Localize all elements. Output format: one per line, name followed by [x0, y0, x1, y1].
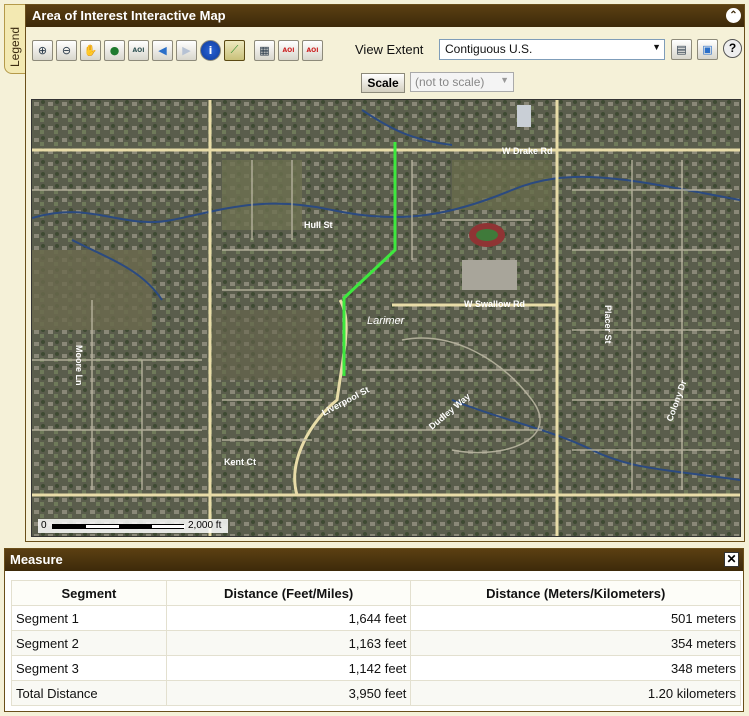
- feet-cell: 3,950 feet: [165, 680, 412, 706]
- scale-button[interactable]: Scale: [361, 73, 405, 93]
- street-label: W Swallow Rd: [464, 299, 525, 309]
- scale-select-value: (not to scale): [415, 75, 485, 89]
- draw-aoi-icon[interactable]: AOI: [302, 39, 323, 61]
- meters-cell: 1.20 kilometers: [410, 680, 741, 706]
- total-row: Total Distance 3,950 feet 1.20 kilometer…: [11, 680, 741, 706]
- chevron-down-icon: ▼: [652, 42, 661, 52]
- segment-cell: Segment 1: [11, 605, 167, 631]
- street-label: Kent Ct: [224, 457, 256, 467]
- feet-cell: 1,142 feet: [165, 655, 412, 681]
- map-toolbar: ⊕ ⊖ ✋ ● AOI ◀ ▶ i ⟋ ▦ AOI AOI: [32, 38, 323, 62]
- scalebar-bar: [52, 524, 185, 529]
- column-header: Segment: [11, 580, 167, 606]
- close-icon[interactable]: ✕: [724, 552, 739, 567]
- segment-cell: Segment 3: [11, 655, 167, 681]
- select-features-icon[interactable]: ▦: [254, 39, 275, 61]
- zoom-in-icon[interactable]: ⊕: [32, 39, 53, 61]
- zoom-out-icon[interactable]: ⊖: [56, 39, 77, 61]
- clear-aoi-icon[interactable]: AOI: [278, 39, 299, 61]
- map-panel-title: Area of Interest Interactive Map: [32, 8, 226, 23]
- identify-info-icon[interactable]: i: [200, 39, 221, 61]
- table-row: Segment 1 1,644 feet 501 meters: [11, 605, 741, 631]
- measure-panel: Measure ✕ Segment Distance (Feet/Miles) …: [4, 548, 744, 712]
- view-extent-select[interactable]: Contiguous U.S. ▼: [439, 39, 665, 60]
- street-label: Larimer: [367, 315, 406, 327]
- pan-hand-icon[interactable]: ✋: [80, 39, 101, 61]
- zoom-to-aoi-icon[interactable]: AOI: [128, 39, 149, 61]
- segment-cell: Segment 2: [11, 630, 167, 656]
- feet-cell: 1,644 feet: [165, 605, 412, 631]
- street-label: Hull St: [304, 220, 333, 230]
- meters-cell: 348 meters: [410, 655, 741, 681]
- meters-cell: 501 meters: [410, 605, 741, 631]
- full-extent-globe-icon[interactable]: ●: [104, 39, 125, 61]
- previous-extent-icon[interactable]: ◀: [152, 39, 173, 61]
- street-label: Moore Ln: [74, 345, 84, 386]
- meters-cell: 354 meters: [410, 630, 741, 656]
- chevron-down-icon: ▼: [500, 75, 509, 85]
- map-image-icon[interactable]: ▣: [697, 39, 718, 60]
- street-label: W Drake Rd: [502, 146, 553, 156]
- scale-select[interactable]: (not to scale) ▼: [410, 72, 514, 92]
- map-scalebar: 0 2,000 ft: [38, 519, 228, 533]
- street-label: Placer St: [603, 305, 613, 344]
- table-header-row: Segment Distance (Feet/Miles) Distance (…: [11, 580, 741, 606]
- table-row: Segment 2 1,163 feet 354 meters: [11, 630, 741, 656]
- column-header: Distance (Feet/Miles): [165, 580, 412, 606]
- scalebar-distance: 2,000 ft: [188, 520, 222, 531]
- legend-tab-label: Legend: [8, 26, 22, 67]
- view-extent-value: Contiguous U.S.: [445, 42, 533, 56]
- measure-panel-header: Measure ✕: [5, 549, 743, 571]
- map-panel: Area of Interest Interactive Map ⌃ ⊕ ⊖ ✋…: [25, 4, 745, 542]
- map-canvas[interactable]: W Drake Rd Hull St W Swallow Rd Larimer …: [31, 99, 741, 537]
- layout-grid-icon[interactable]: ▤: [671, 39, 692, 60]
- map-imagery: W Drake Rd Hull St W Swallow Rd Larimer …: [32, 100, 740, 536]
- column-header: Distance (Meters/Kilometers): [410, 580, 741, 606]
- collapse-icon[interactable]: ⌃: [726, 8, 741, 23]
- segment-cell: Total Distance: [11, 680, 167, 706]
- help-icon[interactable]: ?: [723, 39, 742, 58]
- scalebar-zero: 0: [41, 520, 47, 531]
- legend-tab[interactable]: Legend: [4, 4, 26, 74]
- map-panel-header: Area of Interest Interactive Map ⌃: [26, 5, 744, 27]
- next-extent-icon[interactable]: ▶: [176, 39, 197, 61]
- measure-table: Segment Distance (Feet/Miles) Distance (…: [11, 580, 741, 706]
- measure-panel-title: Measure: [10, 552, 63, 567]
- table-row: Segment 3 1,142 feet 348 meters: [11, 655, 741, 681]
- feet-cell: 1,163 feet: [165, 630, 412, 656]
- measure-ruler-icon[interactable]: ⟋: [224, 39, 245, 61]
- view-extent-label: View Extent: [355, 42, 424, 57]
